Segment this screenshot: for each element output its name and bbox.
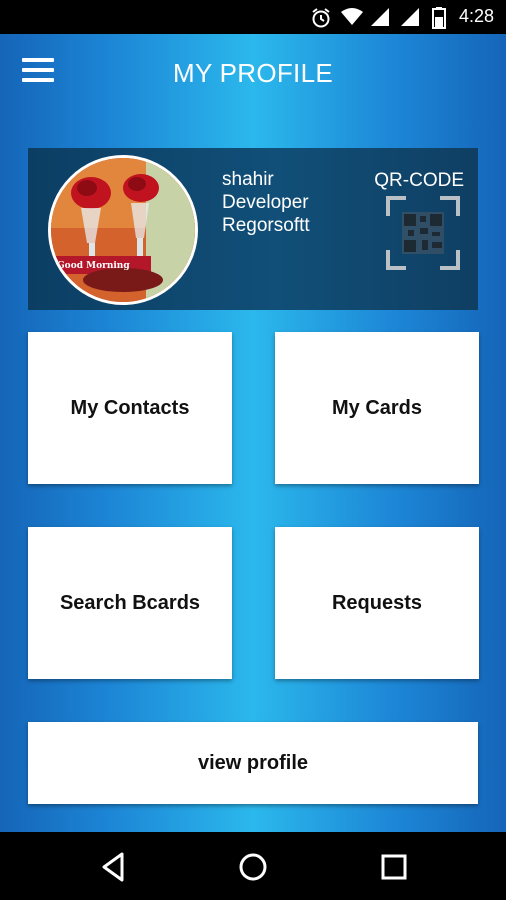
requests-button[interactable]: Requests xyxy=(275,527,479,679)
search-bcards-button[interactable]: Search Bcards xyxy=(28,527,232,679)
qr-code-icon[interactable] xyxy=(386,196,460,270)
home-icon[interactable] xyxy=(236,850,270,884)
status-time: 4:28 xyxy=(458,6,494,26)
app-bar: MY PROFILE xyxy=(0,34,506,116)
wifi-icon xyxy=(341,8,363,25)
avatar-image xyxy=(51,158,195,302)
back-icon[interactable] xyxy=(96,850,130,884)
qr-code-label: QR-CODE xyxy=(374,170,464,191)
my-cards-button[interactable]: My Cards xyxy=(275,332,479,484)
navigation-bar xyxy=(0,832,506,900)
profile-name: shahir xyxy=(222,169,274,190)
view-profile-button[interactable]: view profile xyxy=(28,722,478,804)
profile-company: Regorsoftt xyxy=(222,215,310,236)
profile-card: Good Morning shahir Developer Regorsoftt… xyxy=(28,148,478,310)
my-contacts-button[interactable]: My Contacts xyxy=(28,332,232,484)
signal-icon xyxy=(371,8,389,26)
profile-info: shahir Developer Regorsoftt xyxy=(222,168,310,237)
signal-icon xyxy=(401,8,419,26)
status-bar: 4:28 xyxy=(0,0,506,34)
profile-role: Developer xyxy=(222,192,309,213)
screen: 4:28 MY PROFILE Good Morning shahir Deve… xyxy=(0,0,506,900)
avatar[interactable]: Good Morning xyxy=(48,155,198,305)
page-title: MY PROFILE xyxy=(172,58,333,88)
battery-icon xyxy=(432,7,446,29)
alarm-icon xyxy=(312,8,330,28)
avatar-caption: Good Morning xyxy=(57,261,130,271)
recents-icon[interactable] xyxy=(377,850,411,884)
